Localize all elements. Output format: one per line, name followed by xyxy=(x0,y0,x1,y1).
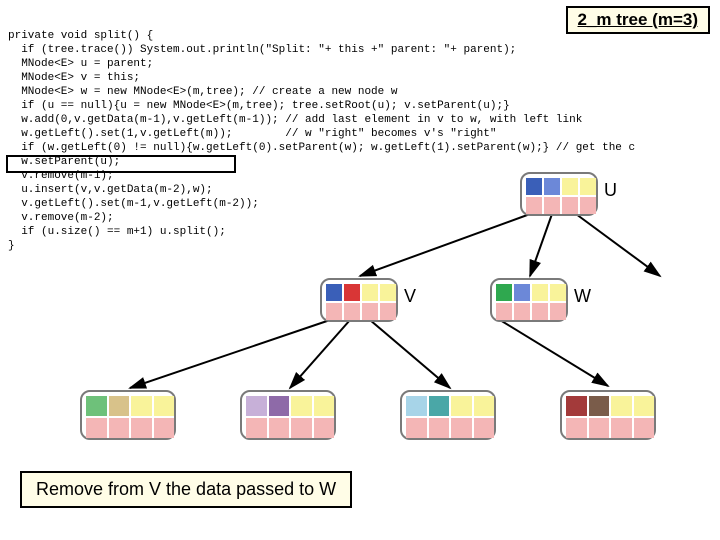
cell xyxy=(562,197,578,214)
cell xyxy=(246,396,267,416)
cell xyxy=(246,418,267,438)
cell xyxy=(589,396,610,416)
node-W xyxy=(490,278,568,322)
cell xyxy=(550,303,566,320)
cell xyxy=(514,303,530,320)
cell xyxy=(314,396,335,416)
cell xyxy=(566,418,587,438)
cell xyxy=(362,284,378,301)
cell xyxy=(566,396,587,416)
cell xyxy=(429,418,450,438)
cell xyxy=(406,418,427,438)
cell xyxy=(544,197,560,214)
edge-U-R xyxy=(576,214,660,276)
cell xyxy=(380,303,396,320)
cell xyxy=(580,197,596,214)
cell xyxy=(589,418,610,438)
cell xyxy=(526,197,542,214)
cell xyxy=(634,396,655,416)
node-V xyxy=(320,278,398,322)
node-L1 xyxy=(80,390,176,440)
label-V: V xyxy=(404,286,416,307)
cell xyxy=(406,396,427,416)
cell xyxy=(496,284,512,301)
edge-U-V xyxy=(360,214,530,276)
cell xyxy=(291,418,312,438)
cell xyxy=(611,396,632,416)
cell xyxy=(344,284,360,301)
cell xyxy=(86,418,107,438)
cell xyxy=(326,284,342,301)
cell xyxy=(269,418,290,438)
cell xyxy=(86,396,107,416)
cell xyxy=(362,303,378,320)
cell xyxy=(451,396,472,416)
cell xyxy=(474,418,495,438)
cell xyxy=(514,284,530,301)
cell xyxy=(314,418,335,438)
cell xyxy=(550,284,566,301)
cell xyxy=(544,178,560,195)
tree-arrows xyxy=(0,0,720,540)
node-U xyxy=(520,172,598,216)
cell xyxy=(131,396,152,416)
cell xyxy=(154,396,175,416)
cell xyxy=(562,178,578,195)
cell xyxy=(496,303,512,320)
cell xyxy=(611,418,632,438)
cell xyxy=(634,418,655,438)
cell xyxy=(380,284,396,301)
cell xyxy=(109,418,130,438)
node-L4 xyxy=(560,390,656,440)
cell xyxy=(532,284,548,301)
cell xyxy=(326,303,342,320)
label-W: W xyxy=(574,286,591,307)
label-U: U xyxy=(604,180,617,201)
cell xyxy=(429,396,450,416)
cell xyxy=(154,418,175,438)
caption-text: Remove from V the data passed to W xyxy=(36,479,336,499)
edge-W-L4 xyxy=(500,320,608,386)
cell xyxy=(451,418,472,438)
node-L2 xyxy=(240,390,336,440)
cell xyxy=(344,303,360,320)
edge-U-W xyxy=(530,214,552,276)
cell xyxy=(291,396,312,416)
caption-box: Remove from V the data passed to W xyxy=(20,471,352,508)
cell xyxy=(474,396,495,416)
cell xyxy=(131,418,152,438)
cell xyxy=(580,178,596,195)
cell xyxy=(109,396,130,416)
edge-V-L3 xyxy=(370,320,450,388)
node-L3 xyxy=(400,390,496,440)
cell xyxy=(532,303,548,320)
cell xyxy=(269,396,290,416)
cell xyxy=(526,178,542,195)
